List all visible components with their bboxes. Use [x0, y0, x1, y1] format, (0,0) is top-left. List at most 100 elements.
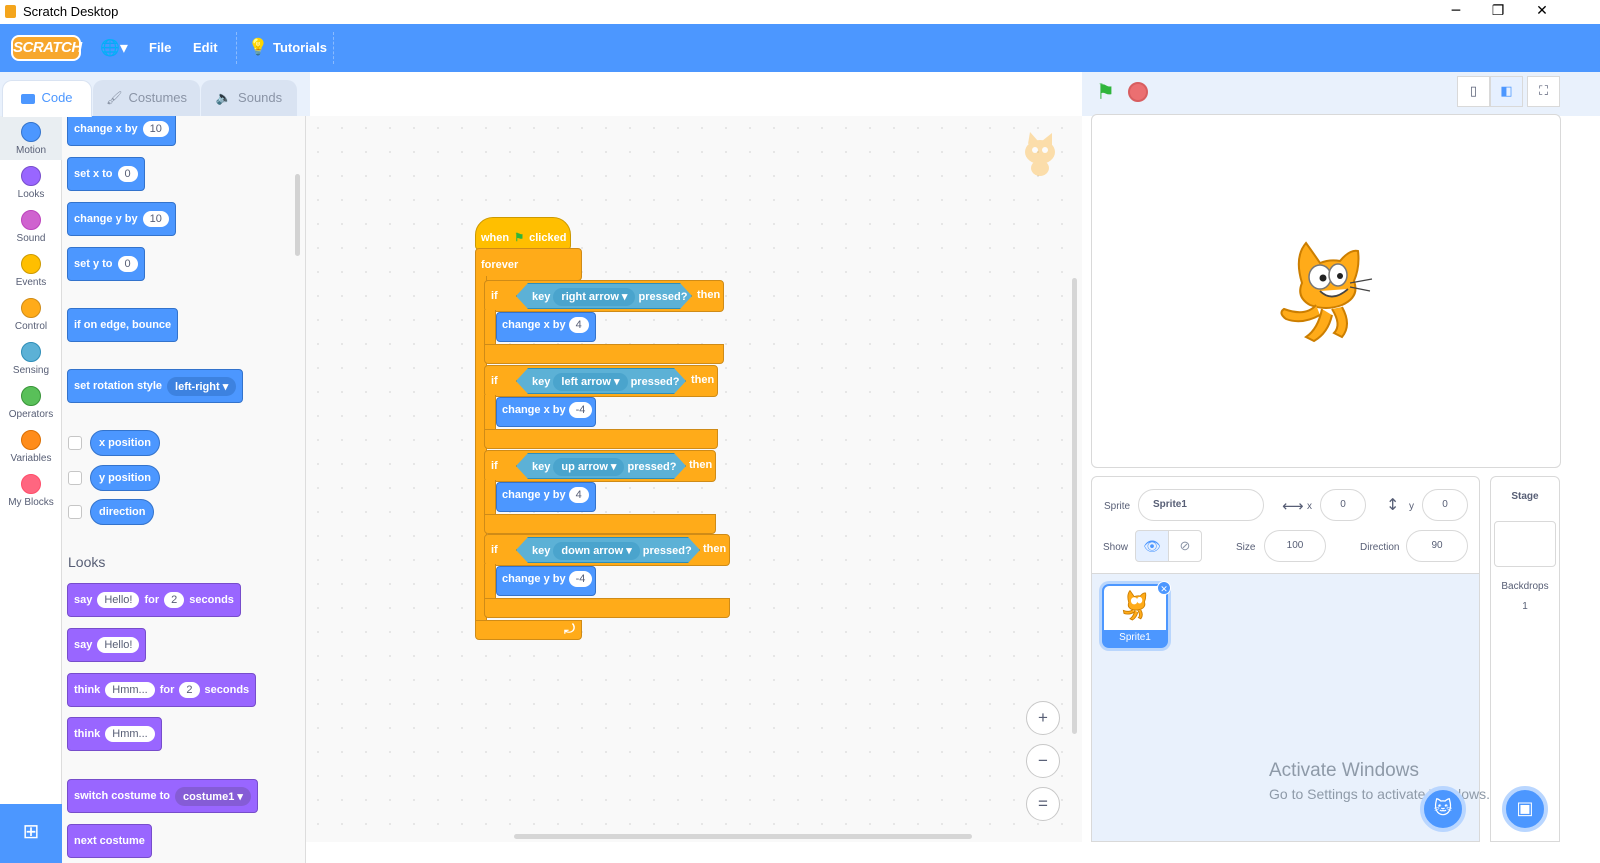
block-y-position[interactable]: y position: [90, 465, 160, 491]
show-sprite-button[interactable]: 👁: [1135, 530, 1169, 562]
block-input[interactable]: -4: [568, 571, 593, 587]
tab-code[interactable]: Code: [2, 80, 92, 117]
rotation-dropdown[interactable]: left-right ▾: [167, 376, 237, 396]
category-my-blocks[interactable]: My Blocks: [0, 468, 62, 512]
block-input[interactable]: Hello!: [97, 637, 140, 653]
key-pressed-block[interactable]: key up arrow ▾ pressed?: [516, 453, 686, 479]
block-next-costume[interactable]: next costume: [67, 824, 152, 858]
delete-sprite-button[interactable]: ✕: [1157, 581, 1171, 595]
block-say[interactable]: say Hello!: [67, 628, 147, 662]
sprite-thumbnail[interactable]: Sprite1 ✕: [1102, 581, 1171, 648]
green-flag-button[interactable]: ⚑: [1096, 80, 1115, 104]
x-position-checkbox[interactable]: [68, 436, 82, 450]
change-y-by-block[interactable]: change y by 4: [496, 482, 596, 512]
stage-thumbnail[interactable]: [1494, 521, 1556, 567]
stop-button[interactable]: [1128, 82, 1148, 102]
key-pressed-block[interactable]: key down arrow ▾ pressed?: [516, 537, 700, 563]
category-sensing[interactable]: Sensing: [0, 336, 62, 380]
change-x-by-block[interactable]: change x by -4: [496, 397, 596, 427]
block-input[interactable]: 10: [142, 211, 169, 227]
block-change-x-by[interactable]: change x by 10: [67, 116, 176, 146]
block-input[interactable]: 10: [142, 121, 169, 137]
key-dropdown[interactable]: down arrow ▾: [553, 542, 639, 560]
add-extension-button[interactable]: ⊞: [0, 804, 62, 863]
if-bottom: [484, 514, 716, 534]
zoom-reset-button[interactable]: =: [1026, 787, 1060, 821]
category-looks[interactable]: Looks: [0, 160, 62, 204]
cat-sprite[interactable]: [1276, 239, 1376, 343]
block-input[interactable]: 0: [117, 256, 138, 272]
y-position-checkbox[interactable]: [68, 471, 82, 485]
fullscreen-button[interactable]: ⛶: [1527, 76, 1560, 107]
block-input[interactable]: Hmm...: [105, 726, 155, 742]
if-arm: [484, 395, 496, 431]
small-stage-button[interactable]: ▯: [1457, 76, 1490, 107]
sprite-name-input[interactable]: Sprite1: [1138, 489, 1264, 521]
hide-sprite-button[interactable]: ⊘: [1168, 530, 1202, 562]
direction-input[interactable]: 90: [1406, 530, 1468, 562]
language-menu[interactable]: 🌐▾: [100, 24, 128, 72]
minimize-button[interactable]: ─: [1434, 0, 1478, 24]
block-if-on-edge-bounce[interactable]: if on edge, bounce: [67, 308, 179, 342]
workspace-vertical-scrollbar[interactable]: [1072, 278, 1077, 734]
when-flag-clicked-block[interactable]: when ⚑ clicked: [475, 217, 571, 250]
forever-block[interactable]: forever: [475, 248, 582, 281]
x-arrows-icon: ⟷: [1282, 497, 1304, 515]
change-x-by-block[interactable]: change x by 4: [496, 312, 596, 342]
block-input[interactable]: Hmm...: [105, 682, 155, 698]
key-pressed-block[interactable]: key left arrow ▾ pressed?: [516, 368, 686, 394]
block-input[interactable]: 0: [117, 166, 138, 182]
choose-backdrop-button[interactable]: ▣: [1502, 786, 1548, 832]
costume-dropdown[interactable]: costume1 ▾: [174, 786, 251, 806]
change-y-by-block[interactable]: change y by -4: [496, 566, 596, 596]
category-operators[interactable]: Operators: [0, 380, 62, 424]
scratch-logo[interactable]: SCRATCH: [11, 35, 82, 61]
tab-sounds[interactable]: 🔈 Sounds: [201, 80, 297, 116]
sprite-info-panel: Sprite Sprite1 ⟷ x 0 ↕ y 0 Show 👁 ⊘ Size…: [1091, 476, 1480, 574]
key-dropdown[interactable]: left arrow ▾: [553, 373, 627, 391]
script-workspace[interactable]: when ⚑ clicked forever ⤾ if key right ar…: [306, 116, 1082, 842]
palette-scrollbar[interactable]: [295, 174, 300, 256]
choose-sprite-button[interactable]: 🐱: [1420, 786, 1466, 832]
block-input[interactable]: Hello!: [97, 592, 140, 608]
block-input[interactable]: 2: [179, 682, 200, 698]
category-motion[interactable]: Motion: [0, 116, 62, 160]
block-change-y-by[interactable]: change y by 10: [67, 202, 176, 236]
key-dropdown[interactable]: up arrow ▾: [553, 458, 624, 476]
close-button[interactable]: ✕: [1520, 0, 1564, 24]
block-input[interactable]: 4: [568, 317, 589, 333]
x-input[interactable]: 0: [1320, 489, 1366, 521]
normal-stage-button[interactable]: ◧: [1490, 76, 1523, 107]
block-input[interactable]: 2: [164, 592, 185, 608]
workspace-horizontal-scrollbar[interactable]: [514, 834, 972, 839]
zoom-in-button[interactable]: +: [1026, 701, 1060, 735]
maximize-button[interactable]: ❐: [1476, 0, 1520, 24]
block-say-for-seconds[interactable]: say Hello! for 2 seconds: [67, 583, 241, 617]
block-set-rotation-style[interactable]: set rotation style left-right ▾: [67, 369, 244, 403]
key-dropdown[interactable]: right arrow ▾: [553, 288, 635, 306]
y-input[interactable]: 0: [1422, 489, 1468, 521]
direction-checkbox[interactable]: [68, 505, 82, 519]
block-set-y-to[interactable]: set y to 0: [67, 247, 145, 281]
green-flag-icon: ⚑: [514, 232, 525, 244]
size-input[interactable]: 100: [1264, 530, 1326, 562]
tutorials-menu[interactable]: Tutorials: [273, 24, 327, 72]
zoom-out-button[interactable]: −: [1026, 744, 1060, 778]
file-menu[interactable]: File: [149, 24, 171, 72]
block-switch-costume[interactable]: switch costume to costume1 ▾: [67, 779, 258, 813]
category-variables[interactable]: Variables: [0, 424, 62, 468]
block-direction[interactable]: direction: [90, 499, 155, 525]
tab-costumes[interactable]: 🖌 Costumes: [93, 80, 200, 116]
block-think-for-seconds[interactable]: think Hmm... for 2 seconds: [67, 673, 257, 707]
stage-canvas[interactable]: [1091, 114, 1561, 468]
category-control[interactable]: Control: [0, 292, 62, 336]
category-events[interactable]: Events: [0, 248, 62, 292]
key-pressed-block[interactable]: key right arrow ▾ pressed?: [516, 283, 692, 309]
edit-menu[interactable]: Edit: [193, 24, 218, 72]
block-think[interactable]: think Hmm...: [67, 717, 162, 751]
block-input[interactable]: 4: [568, 487, 589, 503]
category-sound[interactable]: Sound: [0, 204, 62, 248]
block-x-position[interactable]: x position: [90, 430, 160, 456]
block-input[interactable]: -4: [568, 402, 593, 418]
block-set-x-to[interactable]: set x to 0: [67, 157, 145, 191]
